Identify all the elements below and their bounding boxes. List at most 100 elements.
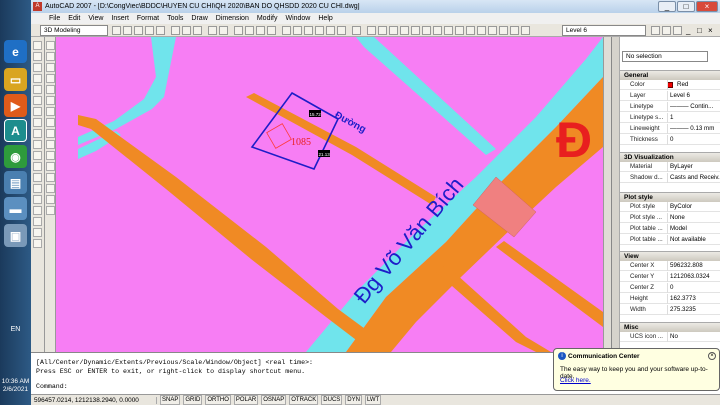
file-explorer-icon[interactable]: ▭ [4,68,27,91]
close-button[interactable]: × [696,1,718,12]
open-file-icon[interactable] [123,26,132,35]
calculator-icon[interactable] [337,26,346,35]
cut-icon[interactable] [171,26,180,35]
menu-window[interactable]: Window [285,15,310,22]
layer-color-icon[interactable] [422,26,431,35]
menu-modify[interactable]: Modify [257,15,278,22]
snap-toggle[interactable]: SNAP [160,395,181,405]
spline-icon[interactable] [33,129,42,138]
rotate-icon[interactable] [46,107,55,116]
dyn-toggle[interactable]: DYN [345,395,362,405]
ellipse-icon[interactable] [33,140,42,149]
property-row-view[interactable]: Height 162.3773 [620,294,720,304]
language-indicator[interactable]: EN [0,326,31,333]
autocad-taskbar-icon[interactable]: A [4,119,27,142]
balloon-link[interactable]: Click here. [560,377,591,384]
property-row-view[interactable]: Width 275.3235 [620,305,720,315]
line-tool-icon[interactable] [33,41,42,50]
section-general[interactable]: General [620,70,720,80]
undo-icon[interactable] [208,26,217,35]
section-misc[interactable]: Misc [620,322,720,332]
ortho-toggle[interactable]: ORTHO [205,395,231,405]
explode-icon[interactable] [46,206,55,215]
join-icon[interactable] [46,173,55,182]
menu-view[interactable]: View [88,15,103,22]
property-row-general[interactable]: Linetype s... 1 [620,113,720,123]
array-icon[interactable] [46,85,55,94]
lwt-toggle[interactable]: LWT [364,395,382,405]
balloon-close-icon[interactable]: × [708,352,716,360]
ellipse-arc-icon[interactable] [33,151,42,160]
maximize-button[interactable]: □ [677,1,695,12]
point-icon[interactable] [33,184,42,193]
offset-icon[interactable] [46,74,55,83]
minimize-button[interactable]: _ [658,1,676,12]
layer-dropdown[interactable]: Level 6 [562,25,646,36]
property-row-general[interactable]: Thickness 0 [620,135,720,145]
light-bulb-icon[interactable] [389,26,398,35]
layer-manager-icon[interactable] [367,26,376,35]
section-view[interactable]: View [620,251,720,261]
coordinate-readout[interactable]: 596457.0214, 1212138.2940, 0.0000 [31,396,157,404]
menu-format[interactable]: Format [137,15,159,22]
new-file-icon[interactable] [112,26,121,35]
insert-block-icon[interactable] [33,162,42,171]
markup-icon[interactable] [326,26,335,35]
menu-edit[interactable]: Edit [68,15,80,22]
menu-dimension[interactable]: Dimension [216,15,249,22]
property-row-general[interactable]: Lineweight ——— 0.13 mm [620,124,720,134]
arc-icon[interactable] [33,96,42,105]
property-row-plot[interactable]: Plot style ByColor [620,202,720,212]
clock[interactable]: 10:36 AM 2/6/2021 [0,378,31,394]
menu-help[interactable]: Help [318,15,332,22]
layer-match-icon[interactable] [510,26,519,35]
print-icon[interactable] [145,26,154,35]
tool-palettes-icon[interactable] [304,26,313,35]
layer-properties-icon[interactable] [651,26,660,35]
property-row-view[interactable]: Center Y 1212063.0324 [620,272,720,282]
layer-prev-icon[interactable] [662,26,671,35]
hatch-icon[interactable] [33,195,42,204]
property-row-view[interactable]: Center X 596232.808 [620,261,720,271]
construction-line-icon[interactable] [33,52,42,61]
match-properties-icon[interactable] [673,26,682,35]
property-row-plot[interactable]: Plot table ... Not available [620,235,720,245]
drawing-canvas[interactable]: 15.72 21.13 1085 Đường Đg Võ Văn Bích Đ [56,37,603,352]
menu-insert[interactable]: Insert [111,15,129,22]
palette-titlebar[interactable] [612,37,620,352]
command-prompt[interactable]: Command: [36,383,68,390]
polar-toggle[interactable]: POLAR [233,395,259,405]
drive-icon[interactable]: ▬ [4,197,27,220]
erase-icon[interactable] [46,41,55,50]
menu-draw[interactable]: Draw [191,15,207,22]
multiline-text-icon[interactable] [33,239,42,248]
workspace-dropdown[interactable]: 3D Modeling [40,25,108,36]
internet-explorer-icon[interactable]: e [4,40,27,63]
trim-icon[interactable] [46,140,55,149]
circle-icon[interactable] [33,107,42,116]
menu-file[interactable]: File [49,15,60,22]
layer-state-icon[interactable] [378,26,387,35]
selection-dropdown[interactable]: No selection [622,51,708,62]
sun-icon[interactable] [400,26,409,35]
property-row-viz[interactable]: Shadow d... Casts and Receiv... [620,173,720,183]
zoom-realtime-icon[interactable] [245,26,254,35]
properties-icon[interactable] [282,26,291,35]
doc-minimize-icon[interactable]: _ [686,26,695,35]
make-current-icon[interactable] [444,26,453,35]
property-row-general[interactable]: Layer Level 6 [620,91,720,101]
scale-icon[interactable] [46,118,55,127]
property-row-general[interactable]: Color Red [620,80,720,90]
make-block-icon[interactable] [33,173,42,182]
polyline-icon[interactable] [33,63,42,72]
polygon-icon[interactable] [33,74,42,83]
network-icon[interactable]: ▤ [4,171,27,194]
fillet-icon[interactable] [46,195,55,204]
property-row-plot[interactable]: Plot table ... Model [620,224,720,234]
layer-lock-icon[interactable] [499,26,508,35]
extend-icon[interactable] [46,151,55,160]
chrome-icon[interactable]: ◉ [4,145,27,168]
layer-iso-icon[interactable] [455,26,464,35]
gradient-icon[interactable] [33,206,42,215]
lock-icon[interactable] [411,26,420,35]
